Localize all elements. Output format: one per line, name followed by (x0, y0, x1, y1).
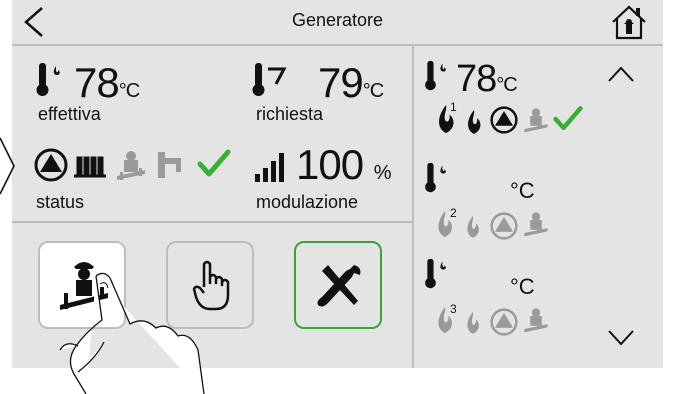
pump-icon (490, 308, 518, 336)
requested-temp-label: richiesta (256, 104, 324, 124)
thermometer-flame-icon (425, 60, 446, 91)
signal-bars-icon (255, 153, 284, 182)
page-title: Generatore (291, 10, 384, 30)
item-index: 2 (450, 206, 457, 220)
item-temp: 78°C (456, 58, 518, 100)
tools-icon (317, 265, 361, 307)
finger-pointer-overlay (59, 272, 205, 394)
thermometer-setpoint-icon (252, 63, 287, 96)
header-bar: Generatore (12, 0, 663, 46)
requested-temp-value: 79°C (318, 59, 384, 106)
modulation-value: 100 % (296, 141, 392, 188)
actual-temp-value: 78°C (74, 59, 140, 106)
item-index: 1 (450, 100, 457, 114)
side-pointer-icon (0, 137, 15, 195)
service-tools-button[interactable] (294, 241, 382, 329)
item-temp: °C (510, 178, 535, 203)
check-icon (553, 106, 583, 131)
back-arrow-icon[interactable] (20, 6, 48, 38)
pump-icon (34, 148, 68, 182)
vertical-divider (412, 46, 414, 368)
horizontal-divider (12, 221, 412, 223)
chimney-sweep-icon (117, 151, 145, 180)
chimney-sweep-icon (524, 108, 548, 133)
scroll-down-icon[interactable] (608, 330, 634, 346)
heater-icon (74, 156, 106, 178)
item-temp: °C (510, 274, 535, 299)
chimney-sweep-icon (524, 212, 548, 237)
flame-icon (467, 311, 479, 334)
actual-temp-label: effettiva (38, 104, 101, 124)
status-label: status (36, 192, 85, 212)
pump-icon (490, 212, 518, 240)
scroll-up-icon[interactable] (608, 66, 634, 82)
pump-icon (490, 106, 518, 134)
thermometer-flame-icon (36, 63, 60, 96)
modulation-label: modulazione (256, 192, 359, 212)
check-icon (197, 149, 231, 177)
item-index: 3 (450, 302, 457, 316)
flame-icon (468, 110, 481, 134)
thermometer-flame-icon (425, 258, 446, 289)
flame-icon (467, 215, 479, 238)
thermometer-flame-icon (425, 162, 446, 193)
tap-icon (158, 152, 181, 178)
home-chimney-sweep-icon[interactable] (610, 4, 648, 40)
chimney-sweep-icon (524, 308, 548, 333)
